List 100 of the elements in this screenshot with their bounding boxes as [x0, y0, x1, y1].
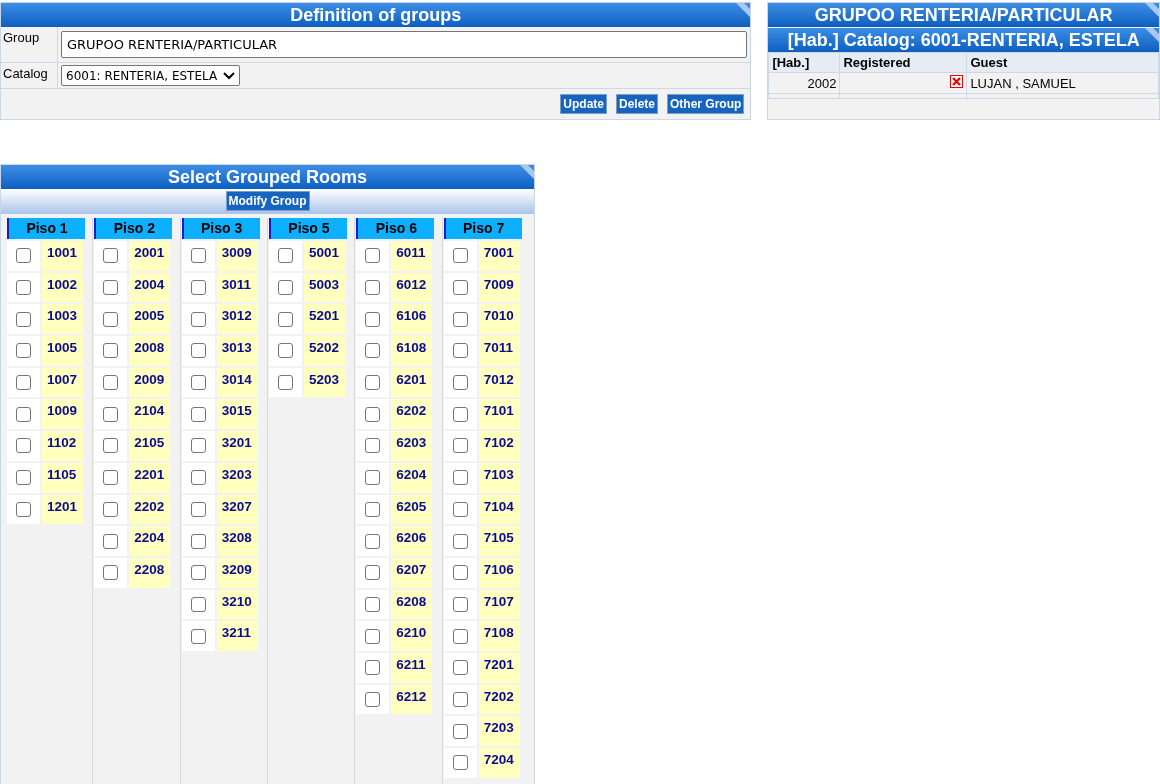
room-checkbox[interactable] [452, 406, 468, 422]
room-checkbox[interactable] [452, 343, 468, 359]
room-checkbox[interactable] [190, 628, 206, 644]
catalog-dropdown[interactable]: 6001: RENTERIA, ESTELA [61, 65, 241, 86]
room-number: 7101 [478, 399, 520, 430]
room-checkbox[interactable] [365, 660, 381, 676]
action-button[interactable]: Delete [616, 94, 659, 114]
room-checkbox[interactable] [190, 375, 206, 391]
room-checkbox[interactable] [452, 501, 468, 517]
room-checkbox[interactable] [365, 248, 381, 264]
room-checkbox[interactable] [365, 406, 381, 422]
room-checkbox[interactable] [452, 596, 468, 612]
panel-subtitle: [Hab.] Catalog: 6001-RENTERIA, ESTELA [787, 30, 1140, 50]
room-checkbox[interactable] [365, 311, 381, 327]
room-checkbox[interactable] [103, 533, 119, 549]
room-number: 6106 [391, 304, 433, 335]
room-number: 1201 [42, 494, 83, 525]
room-checkbox[interactable] [190, 533, 206, 549]
folded-corner-icon [1145, 28, 1159, 42]
room-checkbox[interactable] [190, 565, 206, 581]
room-checkbox[interactable] [16, 375, 31, 391]
room-checkbox[interactable] [103, 280, 119, 296]
room-checkbox[interactable] [452, 375, 468, 391]
field-label: Catalog [1, 63, 58, 88]
room-checkbox[interactable] [365, 438, 381, 454]
room-number: 3208 [216, 526, 258, 556]
room-checkbox[interactable] [190, 501, 206, 517]
room-checkbox[interactable] [365, 343, 381, 359]
floor-header: Piso 7 [443, 218, 522, 239]
column-header: Registered [839, 52, 967, 73]
room-checkbox[interactable] [103, 375, 119, 391]
folded-corner-icon [736, 3, 751, 17]
room-checkbox[interactable] [452, 438, 468, 454]
panel-title: Select Grouped Rooms [167, 167, 367, 187]
room-checkbox[interactable] [365, 375, 381, 391]
room-checkbox[interactable] [452, 691, 468, 707]
room-checkbox[interactable] [452, 565, 468, 581]
room-checkbox[interactable] [452, 248, 468, 264]
folded-corner-icon [1145, 3, 1159, 17]
room-checkbox[interactable] [452, 628, 468, 644]
room-checkbox[interactable] [190, 470, 206, 486]
group-name-field[interactable]: GRUPOO RENTERIA/PARTICULAR [61, 31, 748, 58]
room-number: 3012 [216, 304, 258, 335]
room-number: 3203 [216, 462, 258, 493]
room-number: 1003 [42, 304, 83, 335]
room-checkbox[interactable] [16, 470, 31, 486]
room-checkbox[interactable] [365, 470, 381, 486]
room-checkbox[interactable] [103, 470, 119, 486]
room-checkbox[interactable] [452, 723, 468, 739]
room-checkbox[interactable] [365, 533, 381, 549]
room-checkbox[interactable] [365, 691, 381, 707]
room-checkbox[interactable] [16, 501, 31, 517]
modify-group-button[interactable]: Modify Group [225, 191, 310, 211]
room-checkbox[interactable] [278, 375, 293, 391]
room-checkbox[interactable] [365, 280, 381, 296]
room-number: 6201 [391, 367, 433, 398]
room-number: 6108 [391, 336, 433, 366]
action-button[interactable]: Update [560, 94, 607, 114]
room-checkbox[interactable] [190, 596, 206, 612]
room-checkbox[interactable] [452, 755, 468, 771]
action-button[interactable]: Other Group [667, 94, 745, 114]
room-checkbox[interactable] [278, 248, 293, 264]
room-checkbox[interactable] [452, 311, 468, 327]
room-number: 2202 [129, 494, 171, 525]
room-number: 7201 [478, 652, 520, 683]
room-checkbox[interactable] [103, 438, 119, 454]
room-checkbox[interactable] [365, 596, 381, 612]
room-number: 1001 [42, 241, 83, 271]
room-checkbox[interactable] [103, 565, 119, 581]
room-checkbox[interactable] [103, 311, 119, 327]
room-checkbox[interactable] [452, 533, 468, 549]
room-checkbox[interactable] [103, 248, 119, 264]
room-checkbox[interactable] [190, 438, 206, 454]
room-checkbox[interactable] [278, 343, 293, 359]
room-checkbox[interactable] [365, 628, 381, 644]
room-checkbox[interactable] [452, 660, 468, 676]
room-checkbox[interactable] [103, 501, 119, 517]
room-checkbox[interactable] [16, 406, 31, 422]
room-checkbox[interactable] [16, 280, 31, 296]
room-checkbox[interactable] [190, 280, 206, 296]
room-number: 1009 [42, 399, 83, 430]
room-checkbox[interactable] [190, 343, 206, 359]
room-checkbox[interactable] [452, 280, 468, 296]
room-checkbox[interactable] [365, 565, 381, 581]
room-checkbox[interactable] [190, 406, 206, 422]
room-number: 2009 [129, 367, 171, 398]
room-checkbox[interactable] [278, 311, 293, 327]
room-checkbox[interactable] [16, 311, 31, 327]
room-checkbox[interactable] [103, 343, 119, 359]
room-checkbox[interactable] [452, 470, 468, 486]
room-checkbox[interactable] [278, 280, 293, 296]
room-number: 3009 [216, 241, 258, 271]
room-checkbox[interactable] [365, 501, 381, 517]
room-checkbox[interactable] [190, 248, 206, 264]
room-number: 5201 [304, 304, 345, 335]
room-checkbox[interactable] [103, 406, 119, 422]
room-checkbox[interactable] [190, 311, 206, 327]
room-checkbox[interactable] [16, 438, 31, 454]
room-checkbox[interactable] [16, 343, 31, 359]
room-checkbox[interactable] [16, 248, 31, 264]
